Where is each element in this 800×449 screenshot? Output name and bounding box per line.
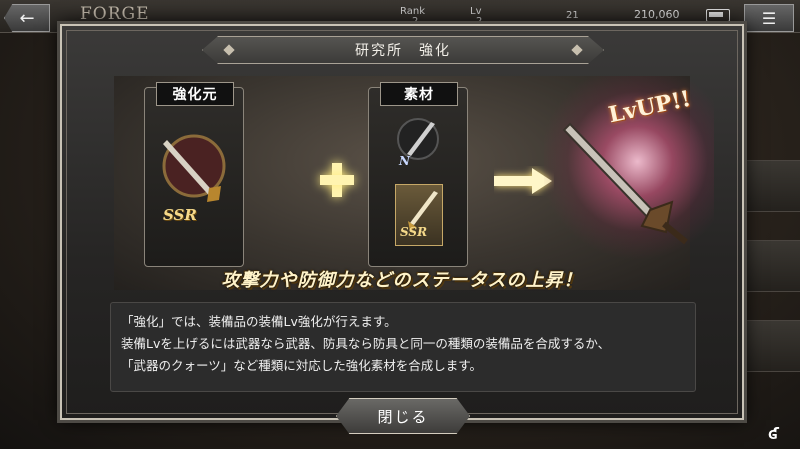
catchphrase: 攻撃力や防御力などのステータスの上昇！: [221, 270, 583, 291]
enhance-help-modal: 研究所 強化 強化元 SSR 素材 N SSR LvUP!! 攻撃力や防御力など…: [60, 24, 744, 434]
screen-title: FORGE: [80, 4, 150, 24]
side-panel: [740, 240, 800, 292]
modal-title-bar: 研究所 強化: [202, 36, 604, 64]
plus-icon: [320, 163, 354, 197]
description-line: 「強化」では、装備品の装備Lv強化が行えます。: [121, 314, 397, 329]
material-ssr-item: SSR: [395, 184, 443, 246]
watermark-logo-icon: ʛ: [768, 424, 779, 443]
side-panel: [740, 160, 800, 212]
modal-title: 研究所 強化: [355, 43, 451, 59]
back-arrow-icon: ←: [19, 7, 35, 29]
base-weapon-icon: [162, 134, 226, 202]
material-label: 素材: [380, 82, 458, 106]
material-rarity-n-badge: N: [399, 154, 410, 168]
close-button[interactable]: 閉じる: [336, 398, 470, 434]
material-card: 素材 N SSR: [368, 82, 468, 267]
hamburger-icon: ☰: [761, 8, 777, 28]
diamond-ornament-icon: [571, 44, 583, 56]
enhance-illustration: 強化元 SSR 素材 N SSR LvUP!! 攻撃力や防御力などのステータスの…: [114, 76, 714, 291]
base-rarity-badge: SSR: [163, 206, 197, 224]
upgraded-sword-icon: [562, 122, 688, 245]
menu-button[interactable]: ☰: [744, 4, 794, 32]
small-currency: 21: [566, 10, 579, 21]
battery-icon: [706, 9, 730, 22]
material-rarity-ssr-badge: SSR: [400, 225, 428, 239]
base-label: 強化元: [156, 82, 234, 106]
base-card: 強化元 SSR: [144, 82, 244, 267]
money-amount: 210,060: [634, 8, 680, 21]
back-button[interactable]: ←: [4, 4, 50, 32]
side-panel: [740, 320, 800, 372]
description-line: 装備Lvを上げるには武器なら武器、防具なら防具と同一の種類の装備品を合成するか、: [121, 336, 611, 351]
description-line: 「武器のクォーツ」など種類に対応した強化素材を合成します。: [121, 358, 483, 373]
diamond-ornament-icon: [223, 44, 235, 56]
description-box: 「強化」では、装備品の装備Lv強化が行えます。 装備Lvを上げるには武器なら武器…: [110, 302, 696, 392]
